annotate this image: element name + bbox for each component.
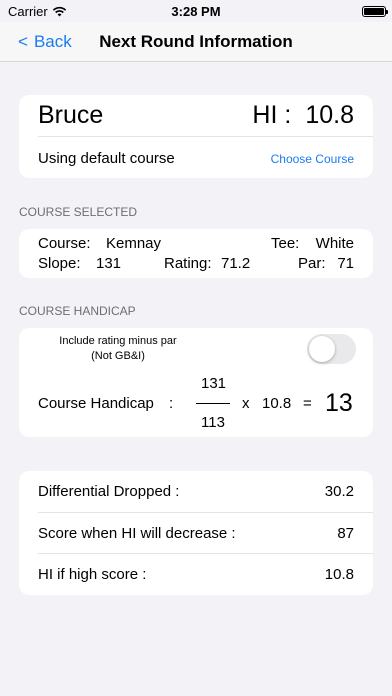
rating-value: 71.2 — [221, 255, 251, 272]
choose-course-button[interactable]: Choose Course — [271, 152, 354, 166]
stat-row: HI if high score : 10.8 — [19, 554, 373, 595]
par-label: Par: — [298, 255, 326, 272]
include-rating-line2: (Not GB&I) — [91, 350, 145, 362]
course-card: Course: Kemnay Tee: White Slope: 131 Rat… — [19, 229, 373, 278]
formula-colon: : — [169, 395, 174, 412]
chevron-left-icon: < — [18, 32, 28, 51]
slope-label: Slope: — [38, 255, 81, 272]
wifi-icon — [52, 6, 66, 16]
navigation-bar: < Back Next Round Information — [0, 22, 392, 62]
standard-slope-denominator: 113 — [201, 414, 225, 431]
equals-sign: = — [303, 395, 312, 412]
battery-icon — [362, 5, 388, 17]
status-left: Carrier — [8, 4, 67, 19]
divider — [38, 136, 373, 137]
player-card: Bruce HI : 10.8 Using default course Choo… — [19, 95, 373, 178]
slope-value: 131 — [96, 255, 122, 272]
status-bar: Carrier 3:28 PM — [0, 0, 392, 22]
stats-card: Differential Dropped : 30.2 Score when H… — [19, 471, 373, 595]
stat-label: Differential Dropped : — [38, 483, 180, 500]
course-handicap-label: Course Handicap — [38, 395, 154, 412]
stat-value: 87 — [337, 525, 354, 542]
stat-value: 10.8 — [324, 566, 354, 583]
stat-label: Score when HI will decrease : — [38, 525, 236, 542]
stat-label: HI if high score : — [38, 566, 147, 583]
handicap-index: HI : 10.8 — [252, 101, 354, 130]
multiply-sign: x — [242, 395, 250, 412]
fraction-bar — [196, 403, 230, 404]
slope-numerator: 131 — [201, 375, 227, 392]
include-rating-line1: Include rating minus par — [59, 335, 177, 347]
page-title: Next Round Information — [99, 31, 293, 51]
stat-row: Differential Dropped : 30.2 — [19, 471, 373, 512]
tee-value: White — [315, 235, 354, 252]
section-header-handicap: COURSE HANDICAP — [19, 304, 136, 318]
course-handicap-result: 13 — [325, 389, 353, 417]
tee-label: Tee: — [271, 235, 300, 252]
back-button[interactable]: < Back — [18, 22, 72, 62]
hi-label: HI : — [252, 101, 292, 129]
section-header-course: COURSE SELECTED — [19, 205, 138, 219]
par-value: 71 — [337, 255, 354, 272]
toggle-knob — [309, 336, 335, 362]
formula-hi-value: 10.8 — [262, 395, 292, 412]
back-label: Back — [33, 32, 72, 51]
rating-label: Rating: — [164, 255, 212, 272]
include-rating-toggle[interactable] — [307, 334, 356, 364]
hi-value: 10.8 — [305, 101, 354, 129]
carrier-label: Carrier — [8, 3, 48, 19]
stat-row: Score when HI will decrease : 87 — [19, 513, 373, 554]
course-value: Kemnay — [106, 235, 162, 252]
stat-value: 30.2 — [324, 483, 354, 500]
course-status: Using default course — [38, 150, 175, 167]
include-rating-label: Include rating minus par (Not GB&I) — [19, 334, 217, 364]
player-name: Bruce — [38, 101, 104, 129]
course-handicap-card: Include rating minus par (Not GB&I) Cour… — [19, 328, 373, 437]
course-label: Course: — [38, 235, 91, 252]
